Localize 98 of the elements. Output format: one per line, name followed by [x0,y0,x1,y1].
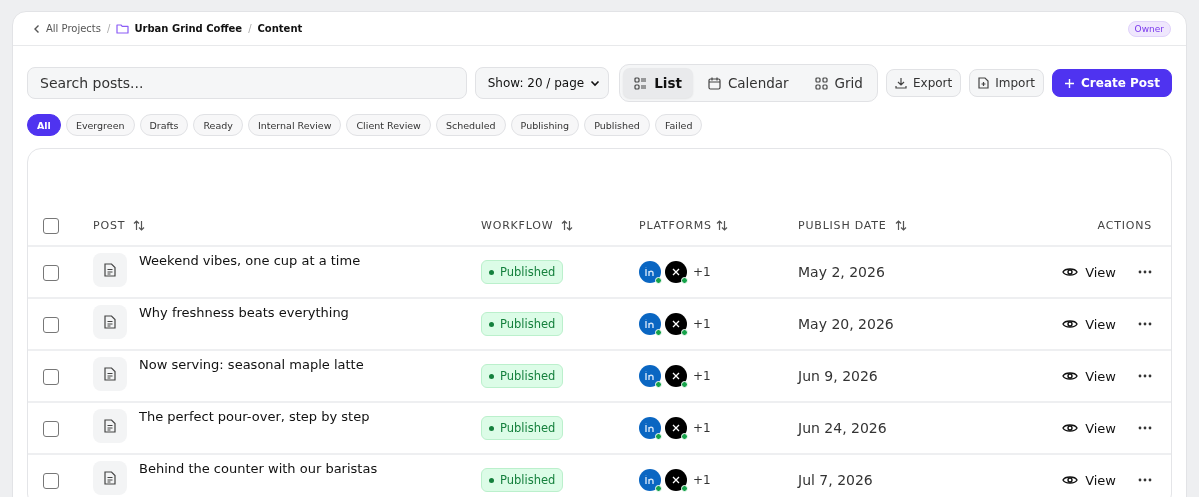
row-checkbox[interactable] [43,317,59,333]
export-button[interactable]: Export [885,69,962,97]
network-badge-icon [639,469,661,491]
more-options-icon[interactable] [1138,478,1152,482]
cross-badge-icon [665,469,687,491]
grid-icon [814,76,828,90]
network-badge-icon [639,313,661,335]
view-button[interactable]: View [1062,316,1116,332]
select-all-checkbox[interactable] [43,218,59,234]
eye-icon [1062,474,1079,486]
eye-icon [1062,370,1079,382]
project-link[interactable]: Urban Grind Coffee [116,23,243,34]
publish-date: Jun 24, 2026 [798,420,887,436]
sort-icon[interactable] [561,219,574,231]
post-title[interactable]: Weekend vibes, one cup at a time [139,253,361,268]
status-badge: Published [481,260,564,284]
breadcrumb-separator: / [248,23,252,34]
page-size-dropdown[interactable]: Show: 20 / page [474,67,610,99]
column-header[interactable]: PUBLISH DATE [798,218,887,232]
download-icon [894,77,907,89]
row-checkbox[interactable] [43,473,59,489]
status-badge: Published [481,468,564,492]
search-field[interactable]: Search posts... [27,67,467,99]
network-badge-icon [639,365,661,387]
filter-chip[interactable]: Ready [193,114,243,136]
document-icon [104,419,116,433]
publish-date: Jun 9, 2026 [798,368,878,384]
sort-icon[interactable] [894,219,907,231]
filter-chip[interactable]: Internal Review [247,114,342,136]
view-button[interactable]: View [1062,420,1116,436]
column-header[interactable]: PLATFORMS [639,218,712,232]
status-badge: Published [481,364,564,388]
publish-date: May 2, 2026 [798,264,885,280]
folder-icon [116,23,130,34]
publish-date: Jul 7, 2026 [798,472,873,488]
cross-badge-icon [665,261,687,283]
post-title[interactable]: Now serving: seasonal maple latte [139,357,364,372]
file-icon [978,77,990,89]
more-platforms-count: +1 [693,369,711,383]
more-options-icon[interactable] [1138,374,1152,378]
post-title[interactable]: The perfect pour-over, step by step [139,409,370,424]
row-checkbox[interactable] [43,369,59,385]
calendar-icon [707,76,721,90]
import-button[interactable]: Import [969,69,1045,97]
network-badge-icon [639,417,661,439]
more-platforms-count: +1 [693,317,711,331]
view-tab[interactable]: Grid [803,68,874,98]
back-link[interactable]: All Projects [33,23,101,34]
view-tab[interactable]: Calendar [696,68,800,98]
eye-icon [1062,422,1079,434]
role-badge: Owner [1127,20,1171,37]
view-button[interactable]: View [1062,368,1116,384]
column-header[interactable]: POST [93,218,126,232]
document-icon [104,263,116,277]
eye-icon [1062,266,1079,278]
document-icon [104,315,116,329]
row-checkbox[interactable] [43,421,59,437]
status-badge: Published [481,416,564,440]
more-options-icon[interactable] [1138,270,1152,274]
current-page-title: Content [257,23,303,34]
more-platforms-count: +1 [693,421,711,435]
network-badge-icon [639,261,661,283]
post-title[interactable]: Why freshness beats everything [139,305,349,320]
list-icon [634,76,648,90]
row-checkbox[interactable] [43,265,59,281]
filter-chip[interactable]: Drafts [139,114,189,136]
more-platforms-count: +1 [693,473,711,487]
cross-badge-icon [665,365,687,387]
sort-icon[interactable] [715,219,728,231]
more-platforms-count: +1 [693,265,711,279]
chevron-left-icon [33,23,41,34]
more-options-icon[interactable] [1138,322,1152,326]
filter-chip[interactable]: Failed [654,114,703,136]
filter-chip[interactable]: Publishing [510,114,580,136]
breadcrumb-separator: / [107,23,111,34]
document-icon [104,367,116,381]
column-header[interactable]: WORKFLOW [481,218,554,232]
filter-chip[interactable]: Published [584,114,650,136]
filter-chip[interactable]: Client Review [346,114,431,136]
column-header[interactable]: ACTIONS [1097,218,1152,232]
chevron-down-icon [590,79,601,87]
view-button[interactable]: View [1062,472,1116,488]
filter-chip[interactable]: Evergreen [65,114,135,136]
eye-icon [1062,318,1079,330]
post-title[interactable]: Behind the counter with our baristas [139,461,378,476]
cross-badge-icon [665,313,687,335]
cross-badge-icon [665,417,687,439]
sort-icon[interactable] [133,219,146,231]
filter-chip[interactable]: Scheduled [435,114,506,136]
create-post-button[interactable]: Create Post [1052,69,1172,97]
filter-chip[interactable]: All [27,114,61,136]
more-options-icon[interactable] [1138,426,1152,430]
status-badge: Published [481,312,564,336]
plus-icon [1064,77,1076,89]
view-button[interactable]: View [1062,264,1116,280]
document-icon [104,471,116,485]
view-tab[interactable]: List [623,68,693,98]
publish-date: May 20, 2026 [798,316,894,332]
